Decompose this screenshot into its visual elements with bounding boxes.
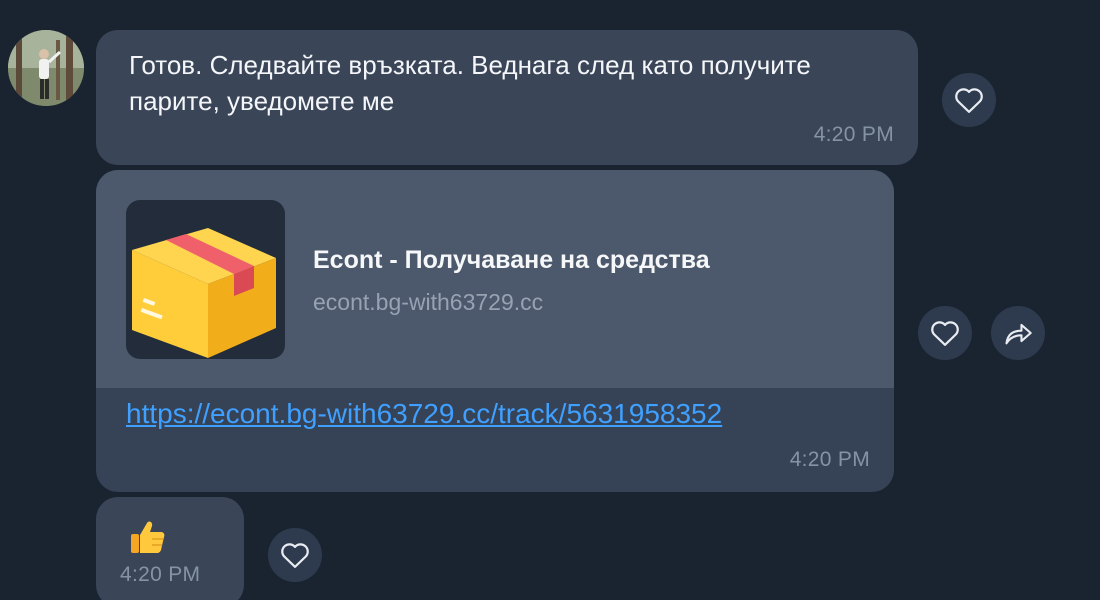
share-arrow-icon (1005, 323, 1032, 345)
message-time: 4:20 PM (789, 448, 870, 471)
link-preview-card[interactable]: Econt - Получаване на средства econt.bg-… (96, 170, 894, 388)
share-button[interactable] (991, 306, 1045, 360)
heart-icon (931, 321, 959, 346)
like-button[interactable] (942, 73, 996, 127)
message-bubble-text[interactable]: Готов. Следвайте връзката. Веднага след … (96, 30, 918, 165)
chat-thread: Готов. Следвайте връзката. Веднага след … (0, 0, 1100, 600)
message-time: 4:20 PM (813, 123, 894, 146)
message-link[interactable]: https://econt.bg-with63729.cc/track/5631… (126, 398, 722, 430)
message-text: Готов. Следвайте връзката. Веднага след … (129, 50, 811, 116)
heart-icon (281, 543, 309, 568)
thumbs-up-icon (131, 521, 165, 553)
message-bubble-link[interactable]: Econt - Получаване на средства econt.bg-… (96, 170, 894, 492)
avatar-photo (8, 30, 84, 106)
link-preview-domain: econt.bg-with63729.cc (313, 289, 544, 315)
sender-avatar[interactable] (8, 30, 84, 106)
like-button[interactable] (268, 528, 322, 582)
like-button[interactable] (918, 306, 972, 360)
heart-icon (955, 88, 983, 113)
message-time: 4:20 PM (120, 563, 201, 586)
link-thumbnail (126, 200, 285, 359)
message-bubble-emoji[interactable]: 4:20 PM (96, 497, 244, 600)
link-preview-title: Econt - Получаване на средства (313, 246, 710, 274)
package-box-icon (132, 228, 276, 358)
